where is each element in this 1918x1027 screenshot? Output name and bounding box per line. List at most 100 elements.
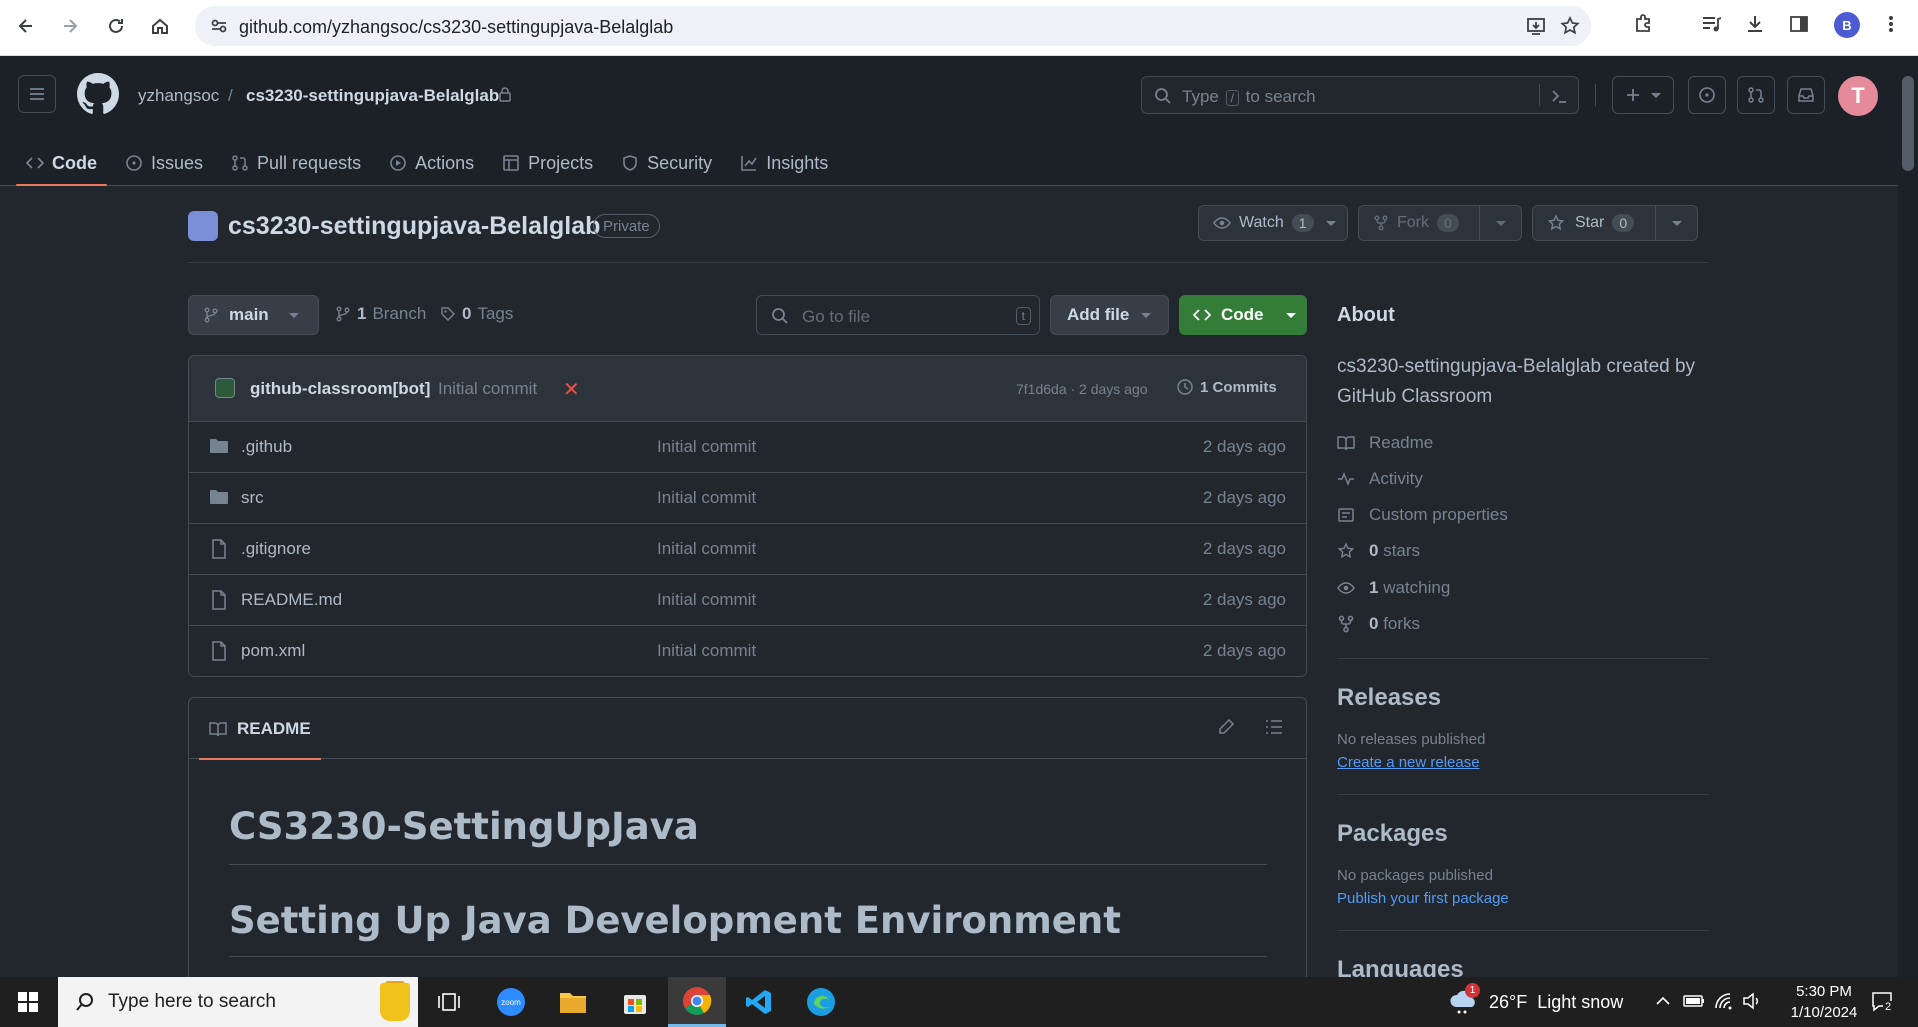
- sidebar-forks-link[interactable]: 0 forks: [1337, 614, 1420, 634]
- weather-widget[interactable]: 1 26°F Light snow: [1449, 977, 1623, 1027]
- chevron-up-icon[interactable]: [1654, 992, 1672, 1010]
- packages-title[interactable]: Packages: [1337, 820, 1709, 848]
- sidebar-activity-link[interactable]: Activity: [1337, 469, 1423, 489]
- watch-button[interactable]: Watch 1: [1198, 205, 1348, 241]
- github-logo-icon[interactable]: [77, 73, 119, 115]
- downloads-icon[interactable]: [1744, 13, 1766, 35]
- system-clock[interactable]: 5:30 PM 1/10/2024: [1774, 981, 1874, 1023]
- readme-tab[interactable]: README: [199, 698, 321, 760]
- file-name[interactable]: pom.xml: [241, 641, 305, 661]
- branches-link[interactable]: 1 Branch: [335, 304, 426, 324]
- file-name[interactable]: README.md: [241, 590, 342, 610]
- releases-title[interactable]: Releases: [1337, 684, 1709, 712]
- commits-link[interactable]: 1 Commits: [1176, 378, 1277, 396]
- sidebar-readme-link[interactable]: Readme: [1337, 433, 1433, 453]
- tab-security[interactable]: Security: [611, 140, 722, 186]
- edit-pencil-icon[interactable]: [1217, 718, 1235, 736]
- address-bar[interactable]: github.com/yzhangsoc/cs3230-settingupjav…: [195, 6, 1591, 46]
- sidebar-watching-link[interactable]: 1 watching: [1337, 578, 1450, 598]
- fork-button[interactable]: Fork 0: [1358, 205, 1522, 241]
- browser-profile-avatar[interactable]: B: [1834, 12, 1860, 38]
- file-explorer-button[interactable]: [544, 977, 602, 1027]
- page-scrollbar[interactable]: [1898, 56, 1918, 977]
- extensions-icon[interactable]: [1632, 13, 1654, 35]
- side-panel-icon[interactable]: [1788, 13, 1810, 35]
- install-app-icon[interactable]: [1525, 15, 1547, 37]
- breadcrumb-owner[interactable]: yzhangsoc: [138, 86, 219, 106]
- taskbar-search-input[interactable]: Type here to search: [58, 977, 418, 1027]
- file-row[interactable]: README.md Initial commit 2 days ago: [189, 575, 1306, 626]
- bot-avatar[interactable]: [215, 378, 235, 398]
- tags-link[interactable]: 0 Tags: [440, 304, 513, 324]
- tab-insights[interactable]: Insights: [730, 140, 838, 186]
- command-palette-icon[interactable]: [1550, 87, 1568, 105]
- scrollbar-thumb[interactable]: [1902, 76, 1914, 171]
- site-info-icon[interactable]: [209, 16, 229, 36]
- note-icon: [1338, 508, 1354, 522]
- file-commit-message[interactable]: Initial commit: [657, 539, 756, 559]
- task-view-button[interactable]: [420, 977, 478, 1027]
- zoom-app-button[interactable]: zoom: [482, 977, 540, 1027]
- wifi-icon[interactable]: [1714, 992, 1734, 1010]
- repo-owner-avatar[interactable]: [188, 211, 218, 241]
- create-new-button[interactable]: [1612, 76, 1674, 114]
- file-commit-message[interactable]: Initial commit: [657, 641, 756, 661]
- commit-message[interactable]: Initial commit: [438, 379, 537, 399]
- volume-icon[interactable]: [1742, 992, 1762, 1010]
- publish-package-link[interactable]: Publish your first package: [1337, 890, 1509, 907]
- tab-projects[interactable]: Projects: [492, 140, 603, 186]
- file-row[interactable]: pom.xml Initial commit 2 days ago: [189, 626, 1306, 676]
- file-commit-message[interactable]: Initial commit: [657, 437, 756, 457]
- repo-title[interactable]: cs3230-settingupjava-Belalglab: [228, 212, 600, 241]
- edge-app-button[interactable]: [792, 977, 850, 1027]
- microsoft-store-button[interactable]: [606, 977, 664, 1027]
- issues-button[interactable]: [1688, 76, 1726, 114]
- media-control-icon[interactable]: [1700, 13, 1722, 35]
- sidebar-stars-link[interactable]: 0 stars: [1337, 541, 1420, 561]
- tab-actions[interactable]: Actions: [379, 140, 484, 186]
- code-dropdown-button[interactable]: Code: [1179, 295, 1307, 335]
- tab-code[interactable]: Code: [16, 140, 107, 186]
- add-file-button[interactable]: Add file: [1050, 295, 1169, 335]
- file-row[interactable]: .gitignore Initial commit 2 days ago: [189, 524, 1306, 575]
- chrome-menu-icon[interactable]: [1880, 13, 1902, 35]
- file-commit-message[interactable]: Initial commit: [657, 590, 756, 610]
- file-row[interactable]: .github Initial commit 2 days ago: [189, 422, 1306, 473]
- pull-requests-button[interactable]: [1737, 76, 1775, 114]
- breadcrumb-repo[interactable]: cs3230-settingupjava-Belalglab: [246, 86, 499, 106]
- outline-list-icon[interactable]: [1265, 718, 1283, 736]
- file-row[interactable]: src Initial commit 2 days ago: [189, 473, 1306, 524]
- file-name[interactable]: src: [241, 488, 264, 508]
- weather-temp: 26°F: [1489, 991, 1528, 1012]
- file-name[interactable]: .gitignore: [241, 539, 311, 559]
- go-to-file-input[interactable]: Go to file t: [756, 295, 1040, 335]
- global-menu-button[interactable]: [18, 75, 56, 113]
- forward-button[interactable]: [56, 12, 84, 40]
- vscode-app-button[interactable]: [730, 977, 788, 1027]
- user-avatar[interactable]: T: [1838, 76, 1878, 116]
- back-button[interactable]: [12, 12, 40, 40]
- commit-hash-time[interactable]: 7f1d6da · 2 days ago: [1016, 381, 1148, 397]
- inbox-button[interactable]: [1787, 76, 1825, 114]
- create-release-link[interactable]: Create a new release: [1337, 754, 1480, 771]
- battery-icon[interactable]: [1683, 992, 1705, 1010]
- reload-button[interactable]: [102, 12, 130, 40]
- failed-status-icon[interactable]: ✕: [563, 377, 580, 402]
- github-search-input[interactable]: Type / to search: [1141, 76, 1579, 114]
- start-button[interactable]: [0, 977, 56, 1027]
- bookmark-star-icon[interactable]: [1559, 15, 1581, 37]
- notification-center-icon[interactable]: 2: [1870, 989, 1896, 1015]
- fork-dropdown[interactable]: [1479, 206, 1521, 240]
- file-name[interactable]: .github: [241, 437, 292, 457]
- commit-author[interactable]: github-classroom[bot]: [250, 379, 430, 399]
- home-button[interactable]: [146, 12, 174, 40]
- sidebar-custom-properties-link[interactable]: Custom properties: [1337, 505, 1508, 525]
- branch-selector[interactable]: main: [188, 295, 319, 335]
- tab-pull-requests[interactable]: Pull requests: [221, 140, 371, 186]
- star-button[interactable]: Star 0: [1532, 205, 1698, 241]
- tab-issues[interactable]: Issues: [115, 140, 213, 186]
- file-commit-message[interactable]: Initial commit: [657, 488, 756, 508]
- url-text[interactable]: github.com/yzhangsoc/cs3230-settingupjav…: [239, 17, 673, 38]
- chrome-app-button[interactable]: [668, 977, 726, 1027]
- star-dropdown[interactable]: [1655, 206, 1697, 240]
